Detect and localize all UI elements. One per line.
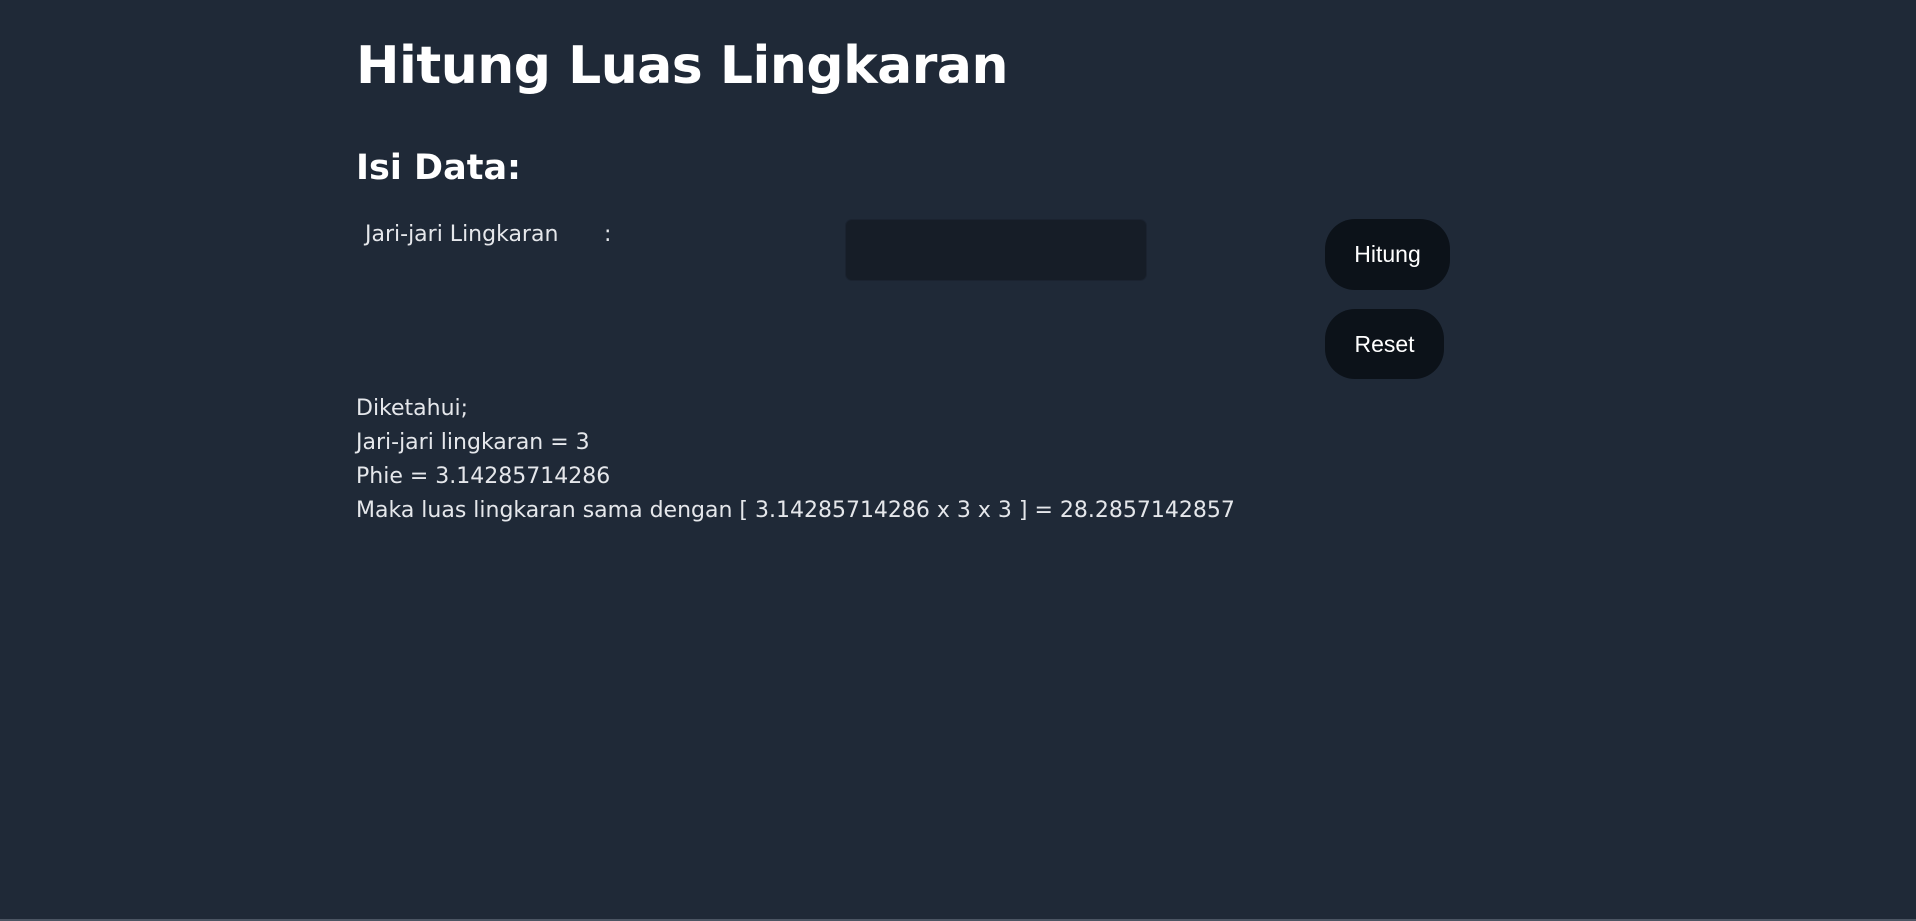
radius-label: Jari-jari Lingkaran (365, 222, 559, 247)
result-block: Diketahui; Jari-jari lingkaran = 3 Phie … (356, 392, 1235, 528)
section-title: Isi Data: (356, 148, 522, 188)
radius-input[interactable] (845, 219, 1147, 281)
page: Hitung Luas Lingkaran Isi Data: Jari-jar… (0, 0, 1916, 921)
page-title: Hitung Luas Lingkaran (356, 36, 1009, 96)
result-radius: Jari-jari lingkaran = 3 (356, 430, 590, 455)
radius-label-colon: : (604, 222, 612, 247)
result-phie: Phie = 3.14285714286 (356, 464, 611, 489)
result-area: Maka luas lingkaran sama dengan [ 3.1428… (356, 498, 1235, 523)
result-heading: Diketahui; (356, 396, 469, 421)
hitung-button[interactable]: Hitung (1325, 219, 1450, 290)
reset-button[interactable]: Reset (1325, 309, 1444, 379)
